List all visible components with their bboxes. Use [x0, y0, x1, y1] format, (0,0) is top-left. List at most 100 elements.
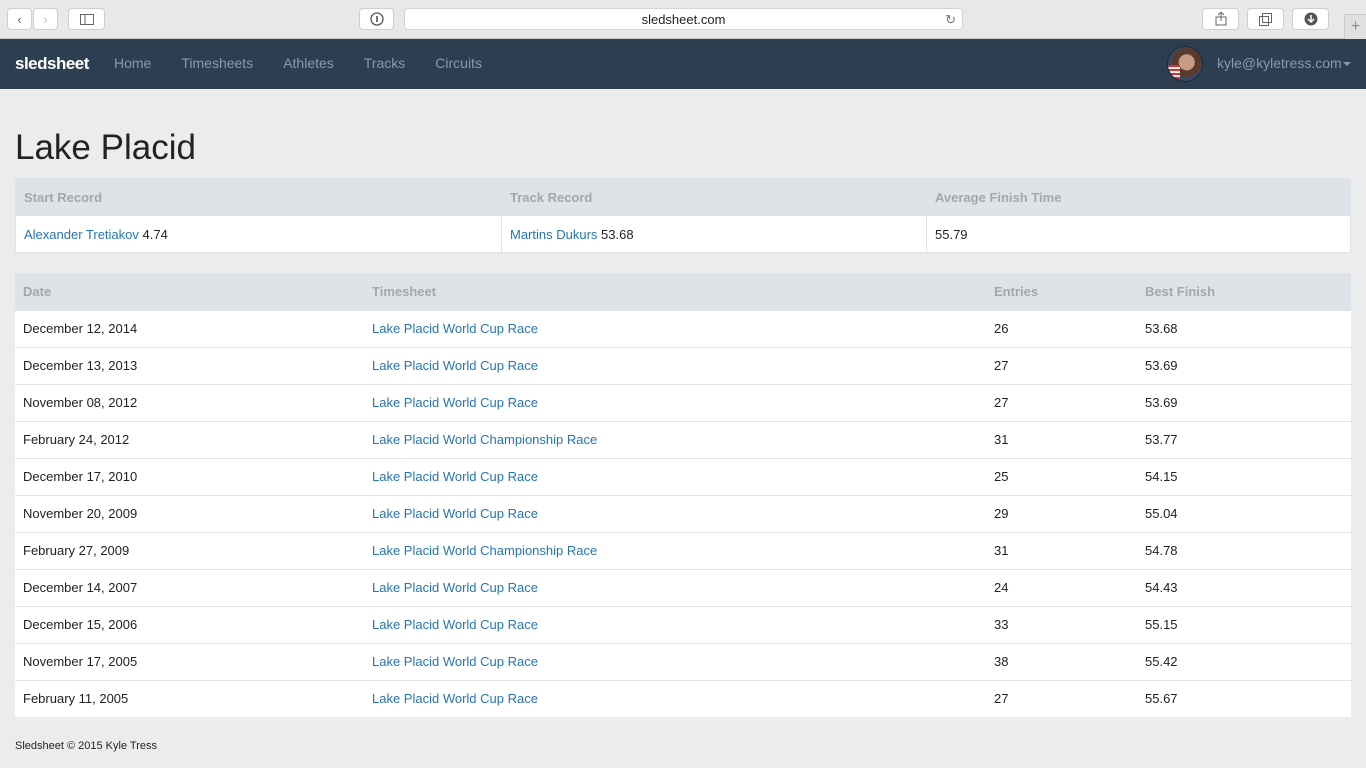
timesheet-link[interactable]: Lake Placid World Cup Race — [372, 395, 538, 410]
column-header: Start Record — [15, 178, 502, 216]
track-record-time: 53.68 — [601, 226, 634, 242]
avatar[interactable] — [1167, 46, 1203, 82]
best-finish-cell: 55.04 — [1137, 494, 1351, 532]
best-finish-cell: 53.68 — [1137, 309, 1351, 347]
downloads-button[interactable] — [1292, 8, 1329, 30]
races-table: Date Timesheet Entries Best Finish Decem… — [15, 273, 1351, 717]
table-row: November 20, 2009 Lake Placid World Cup R… — [15, 494, 1351, 532]
nav-timesheets[interactable]: Timesheets — [181, 55, 253, 71]
entries-cell: 24 — [986, 568, 1137, 606]
new-tab-button[interactable]: + — [1344, 14, 1366, 39]
entries-cell: 31 — [986, 420, 1137, 458]
nav-links: Home Timesheets Athletes Tracks Circuits — [114, 55, 512, 71]
nav-athletes[interactable]: Athletes — [283, 55, 334, 71]
entries-cell: 27 — [986, 346, 1137, 384]
best-finish-cell: 55.42 — [1137, 642, 1351, 680]
footer-text: Sledsheet © 2015 Kyle Tress — [15, 740, 158, 752]
site-info-button[interactable] — [359, 8, 394, 30]
start-record-time: 4.74 — [142, 226, 168, 242]
best-finish-cell: 54.78 — [1137, 531, 1351, 569]
average-finish-cell: 55.79 — [926, 215, 1351, 253]
chevron-right-icon: › — [43, 11, 48, 27]
url-text: sledsheet.com — [641, 11, 726, 27]
timesheet-link[interactable]: Lake Placid World Cup Race — [372, 506, 538, 521]
column-header: Entries — [986, 273, 1137, 310]
timesheet-link[interactable]: Lake Placid World Championship Race — [372, 432, 597, 447]
timesheet-link[interactable]: Lake Placid World Cup Race — [372, 321, 538, 336]
best-finish-cell: 53.69 — [1137, 346, 1351, 384]
entries-cell: 27 — [986, 383, 1137, 421]
entries-cell: 26 — [986, 309, 1137, 347]
timesheet-link[interactable]: Lake Placid World Cup Race — [372, 654, 538, 669]
nav-circuits[interactable]: Circuits — [435, 55, 482, 71]
share-icon — [1215, 12, 1226, 26]
best-finish-cell: 53.77 — [1137, 420, 1351, 458]
tabs-button[interactable] — [1247, 8, 1284, 30]
timesheet-link[interactable]: Lake Placid World Cup Race — [372, 617, 538, 632]
entries-cell: 31 — [986, 531, 1137, 569]
column-header: Date — [15, 273, 364, 310]
table-row: December 17, 2010 Lake Placid World Cup R… — [15, 457, 1351, 495]
best-finish-cell: 54.43 — [1137, 568, 1351, 606]
navbar: sledsheet Home Timesheets Athletes Track… — [0, 39, 1366, 89]
date-cell: November 17, 2005 — [15, 642, 364, 680]
date-cell: December 15, 2006 — [15, 605, 364, 643]
sidebar-toggle-button[interactable] — [68, 8, 105, 30]
column-header: Track Record — [501, 178, 927, 216]
date-cell: February 11, 2005 — [15, 679, 364, 717]
table-row: December 14, 2007 Lake Placid World Cup R… — [15, 568, 1351, 606]
nav-home[interactable]: Home — [114, 55, 151, 71]
best-finish-cell: 55.15 — [1137, 605, 1351, 643]
tabs-icon — [1259, 12, 1272, 26]
plus-icon: + — [1350, 18, 1361, 35]
chevron-left-icon: ‹ — [17, 11, 22, 27]
column-header: Average Finish Time — [926, 178, 1351, 216]
table-row: February 11, 2005 Lake Placid World Cup R… — [15, 679, 1351, 717]
table-row: December 13, 2013 Lake Placid World Cup R… — [15, 346, 1351, 384]
table-row: December 15, 2006 Lake Placid World Cup R… — [15, 605, 1351, 643]
sidebar-icon — [79, 13, 94, 25]
forward-button[interactable]: › — [33, 8, 58, 30]
reload-icon[interactable]: ↻ — [945, 12, 956, 28]
timesheet-link[interactable]: Lake Placid World Cup Race — [372, 580, 538, 595]
date-cell: December 12, 2014 — [15, 309, 364, 347]
track-record-cell: Martins Dukurs 53.68 — [501, 215, 927, 253]
table-row: November 17, 2005 Lake Placid World Cup R… — [15, 642, 1351, 680]
date-cell: February 24, 2012 — [15, 420, 364, 458]
track-record-athlete-link[interactable]: Martins Dukurs — [510, 227, 597, 242]
table-row: December 12, 2014 Lake Placid World Cup R… — [15, 309, 1351, 347]
date-cell: November 08, 2012 — [15, 383, 364, 421]
page-title: Lake Placid — [15, 128, 196, 167]
nav-tracks[interactable]: Tracks — [364, 55, 405, 71]
download-icon — [1304, 12, 1317, 26]
table-row: February 24, 2012 Lake Placid World Champ… — [15, 420, 1351, 458]
timesheet-link[interactable]: Lake Placid World Championship Race — [372, 543, 597, 558]
user-menu[interactable]: kyle@kyletress.com — [1217, 55, 1342, 71]
best-finish-cell: 53.69 — [1137, 383, 1351, 421]
entries-cell: 33 — [986, 605, 1137, 643]
start-record-athlete-link[interactable]: Alexander Tretiakov — [24, 227, 139, 242]
brand-logo[interactable]: sledsheet — [15, 54, 89, 74]
date-cell: December 13, 2013 — [15, 346, 364, 384]
table-row: February 27, 2009 Lake Placid World Champ… — [15, 531, 1351, 569]
column-header: Timesheet — [364, 273, 986, 310]
timesheet-link[interactable]: Lake Placid World Cup Race — [372, 691, 538, 706]
best-finish-cell: 54.15 — [1137, 457, 1351, 495]
start-record-cell: Alexander Tretiakov 4.74 — [15, 215, 502, 253]
back-button[interactable]: ‹ — [7, 8, 32, 30]
date-cell: February 27, 2009 — [15, 531, 364, 569]
caret-down-icon[interactable] — [1343, 62, 1351, 66]
entries-cell: 25 — [986, 457, 1137, 495]
table-row: Alexander Tretiakov 4.74 Martins Dukurs … — [15, 215, 1351, 253]
column-header: Best Finish — [1137, 273, 1351, 310]
date-cell: December 17, 2010 — [15, 457, 364, 495]
records-table: Start Record Track Record Average Finish… — [15, 178, 1351, 253]
date-cell: November 20, 2009 — [15, 494, 364, 532]
address-bar[interactable]: sledsheet.com ↻ — [404, 8, 963, 30]
timesheet-link[interactable]: Lake Placid World Cup Race — [372, 358, 538, 373]
best-finish-cell: 55.67 — [1137, 679, 1351, 717]
entries-cell: 29 — [986, 494, 1137, 532]
timesheet-link[interactable]: Lake Placid World Cup Race — [372, 469, 538, 484]
share-button[interactable] — [1202, 8, 1239, 30]
entries-cell: 27 — [986, 679, 1137, 717]
